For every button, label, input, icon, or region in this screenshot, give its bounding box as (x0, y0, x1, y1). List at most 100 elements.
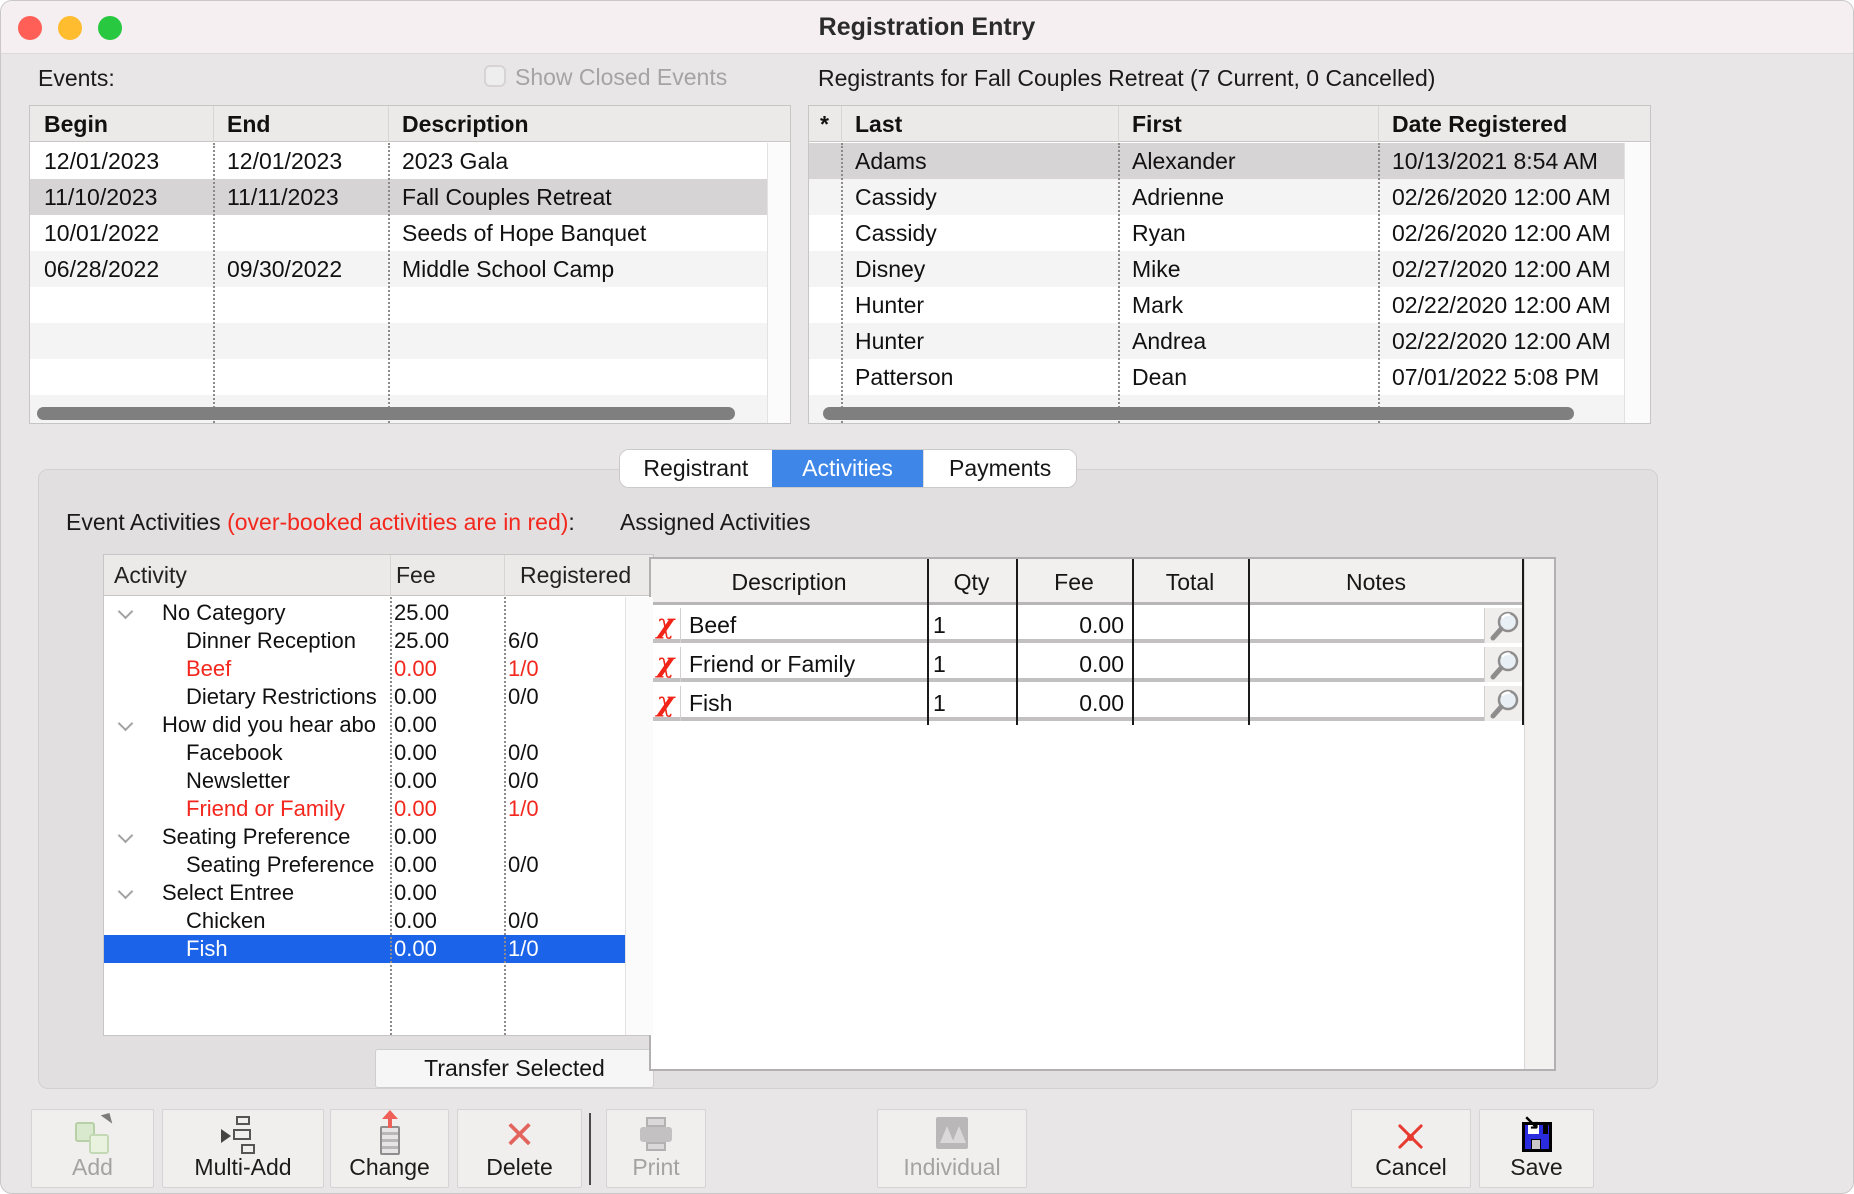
column-header-fee[interactable]: Fee (396, 555, 436, 596)
activity-tree-row[interactable]: Seating Preference0.00 (104, 823, 625, 851)
window-title: Registration Entry (1, 13, 1853, 42)
activity-tree-row[interactable]: No Category25.00 (104, 599, 625, 627)
tab-registrant[interactable]: Registrant (620, 450, 772, 487)
activity-tree-row[interactable]: Chicken0.000/0 (104, 907, 625, 935)
column-header-begin[interactable]: Begin (44, 106, 108, 142)
activity-tree-row[interactable]: Select Entree0.00 (104, 879, 625, 907)
activity-tree-row[interactable]: Facebook0.000/0 (104, 739, 625, 767)
table-row[interactable]: DisneyMike02/27/2020 12:00 AM (809, 251, 1650, 287)
activity-fee: 0.00 (394, 739, 437, 767)
toolbar-button-label: Print (607, 1154, 705, 1181)
table-row[interactable]: 06/28/202209/30/2022Middle School Camp (30, 251, 790, 287)
table-row[interactable]: 11/10/202311/11/2023Fall Couples Retreat (30, 179, 790, 215)
events-horizontal-scrollbar-thumb[interactable] (37, 407, 735, 420)
toolbar-button-change[interactable]: Change (330, 1109, 449, 1188)
column-header-registered[interactable]: Registered (520, 555, 631, 596)
toolbar-button-multi-add[interactable]: Multi-Add (162, 1109, 324, 1188)
column-header-last[interactable]: Last (855, 106, 902, 142)
registrants-label: Registrants for Fall Couples Retreat (7 … (818, 65, 1435, 92)
table-row[interactable]: CassidyAdrienne02/26/2020 12:00 AM (809, 179, 1650, 215)
events-table: Begin End Description 12/01/202312/01/20… (29, 105, 791, 424)
column-header-qty[interactable]: Qty (927, 559, 1016, 605)
table-row[interactable]: HunterMark02/22/2020 12:00 AM (809, 287, 1650, 323)
column-header-total[interactable]: Total (1132, 559, 1248, 605)
column-header-date-registered[interactable]: Date Registered (1392, 106, 1567, 142)
column-header-first[interactable]: First (1132, 106, 1182, 142)
toolbar-button-print[interactable]: Print (606, 1109, 706, 1188)
activity-name: Fish (186, 935, 391, 963)
activity-tree-row[interactable]: Dietary Restrictions0.000/0 (104, 683, 625, 711)
activity-tree-row[interactable]: Fish0.001/0 (104, 935, 625, 963)
open-notes-button[interactable] (1484, 686, 1524, 721)
table-row[interactable]: 10/01/2022Seeds of Hope Banquet (30, 215, 790, 251)
column-header-fee[interactable]: Fee (1016, 559, 1132, 605)
toolbar-button-add[interactable]: Add (31, 1109, 154, 1188)
toolbar-button-delete[interactable]: ✕Delete (457, 1109, 582, 1188)
assigned-activity-row[interactable]: χFriend or Family10.00 (651, 647, 1524, 682)
open-notes-button[interactable] (1484, 608, 1524, 643)
toolbar-button-save[interactable]: ↘Save (1479, 1109, 1594, 1188)
column-header-description[interactable]: Description (402, 106, 529, 142)
assigned-activity-row[interactable]: χBeef10.00 (651, 608, 1524, 643)
open-notes-button[interactable] (1484, 647, 1524, 682)
column-header-notes[interactable]: Notes (1248, 559, 1504, 605)
detail-tab-bar: Registrant Activities Payments (619, 449, 1077, 488)
remove-activity-icon[interactable]: χ (657, 648, 675, 679)
table-row[interactable] (30, 287, 790, 323)
column-header-activity[interactable]: Activity (114, 555, 187, 596)
chevron-down-icon[interactable] (118, 884, 134, 900)
registrants-table-body: AdamsAlexander10/13/2021 8:54 AMCassidyA… (809, 143, 1650, 423)
activity-registered: 6/0 (508, 627, 539, 655)
table-row[interactable]: PattersonDean07/01/2022 5:08 PM (809, 359, 1650, 395)
remove-activity-button[interactable]: χ (651, 686, 681, 721)
column-header-star[interactable]: * (820, 106, 829, 142)
cell-first: Adrienne (1132, 179, 1224, 215)
activity-tree-row[interactable]: Newsletter0.000/0 (104, 767, 625, 795)
table-row[interactable]: HunterAndrea02/22/2020 12:00 AM (809, 323, 1650, 359)
show-closed-events-checkbox[interactable] (484, 65, 506, 87)
remove-activity-button[interactable]: χ (651, 647, 681, 682)
activity-tree-row[interactable]: Friend or Family0.001/0 (104, 795, 625, 823)
remove-activity-icon[interactable]: χ (657, 609, 675, 640)
change-icon (367, 1114, 413, 1158)
activity-fee: 0.00 (394, 879, 437, 907)
assigned-vertical-scrollbar-track[interactable] (1524, 559, 1554, 1069)
table-row[interactable]: 12/01/202312/01/20232023 Gala (30, 143, 790, 179)
activity-registered: 1/0 (508, 935, 539, 963)
remove-activity-button[interactable]: χ (651, 608, 681, 643)
column-header-end[interactable]: End (227, 106, 270, 142)
activity-name: How did you hear abo (162, 711, 391, 739)
tab-activities[interactable]: Activities (772, 450, 924, 487)
table-row[interactable] (30, 323, 790, 359)
chevron-down-icon[interactable] (118, 604, 134, 620)
activity-registered: 0/0 (508, 739, 539, 767)
activity-tree-row[interactable]: How did you hear abo0.00 (104, 711, 625, 739)
toolbar-button-individual[interactable]: Individual (877, 1109, 1027, 1188)
column-header-description[interactable]: Description (651, 559, 927, 605)
assigned-activity-row[interactable]: χFish10.00 (651, 686, 1524, 721)
magnifier-icon[interactable] (1485, 610, 1524, 642)
transfer-selected-button[interactable]: Transfer Selected (375, 1049, 654, 1088)
activity-tree-row[interactable]: Beef0.001/0 (104, 655, 625, 683)
chevron-down-icon[interactable] (118, 828, 134, 844)
activity-fee: 25.00 (394, 599, 449, 627)
activity-tree-row[interactable]: Seating Preference0.000/0 (104, 851, 625, 879)
toolbar-button-cancel[interactable]: Cancel (1351, 1109, 1471, 1188)
table-row[interactable] (30, 359, 790, 395)
registrants-horizontal-scrollbar-thumb[interactable] (823, 407, 1574, 420)
tab-payments[interactable]: Payments (923, 450, 1076, 487)
toolbar-button-label: Save (1480, 1154, 1593, 1181)
remove-activity-icon[interactable]: χ (657, 687, 675, 718)
event-activities-label-colon: : (568, 509, 574, 535)
table-row[interactable]: CassidyRyan02/26/2020 12:00 AM (809, 215, 1650, 251)
activity-tree-row[interactable]: Dinner Reception25.006/0 (104, 627, 625, 655)
activity-fee: 25.00 (394, 627, 449, 655)
magnifier-icon[interactable] (1485, 649, 1524, 681)
cell-first: Alexander (1132, 143, 1236, 179)
magnifier-icon[interactable] (1485, 688, 1524, 720)
activity-name: Chicken (186, 907, 391, 935)
chevron-down-icon[interactable] (118, 716, 134, 732)
activity-fee: 0.00 (394, 907, 437, 935)
cell-begin: 12/01/2023 (44, 143, 159, 179)
table-row[interactable]: AdamsAlexander10/13/2021 8:54 AM (809, 143, 1650, 179)
